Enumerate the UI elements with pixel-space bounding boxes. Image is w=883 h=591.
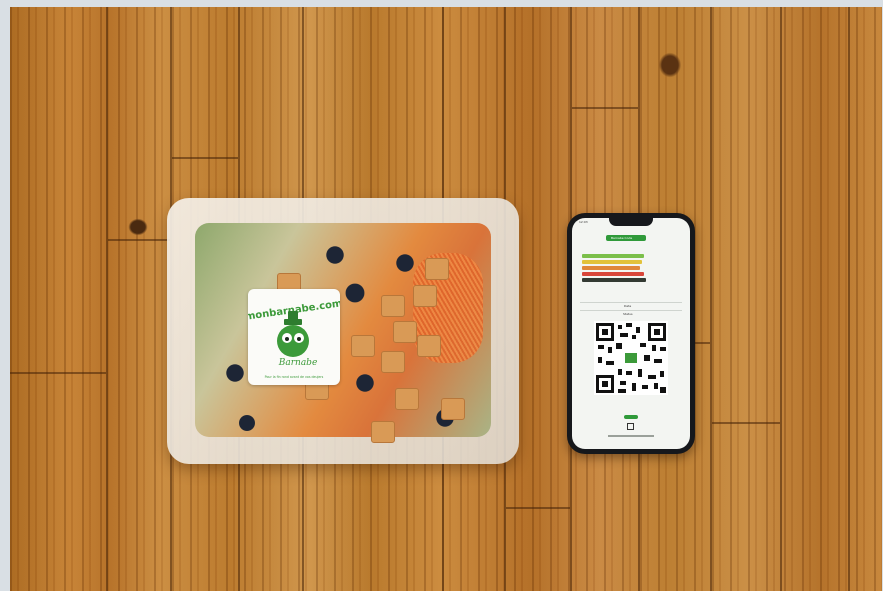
mascot-icon — [277, 325, 309, 357]
tagline: Pour la fin rond avant de vos deujers — [265, 375, 324, 379]
tofu-cube — [381, 351, 405, 373]
tofu-cube — [371, 421, 395, 443]
plank-seam — [780, 7, 782, 591]
plank-seam — [106, 7, 108, 591]
qr-code — [594, 321, 668, 395]
qr-code-graphic — [596, 323, 666, 393]
phone-notch — [609, 218, 653, 226]
action-button[interactable] — [624, 415, 638, 419]
status-line-green — [582, 254, 644, 258]
status-line-red — [582, 272, 644, 276]
plank-joint — [506, 507, 570, 509]
tofu-cube — [417, 335, 441, 357]
status-line-orange — [582, 266, 640, 270]
tofu-cube — [393, 321, 417, 343]
scan-icon[interactable] — [627, 423, 634, 430]
status-label: Status — [623, 312, 633, 316]
plank-joint — [10, 372, 106, 374]
food-container — [167, 198, 519, 464]
status-line-dark — [582, 278, 646, 282]
divider — [580, 310, 682, 311]
monbarnabe-sticker: monbarnabe.com Barnabe Pour la fin rond … — [248, 289, 340, 385]
mascot-name: Barnabe — [278, 358, 318, 368]
photo-frame: monbarnabe.com Barnabe Pour la fin rond … — [0, 0, 883, 591]
pasta-salad — [195, 223, 491, 443]
plank-joint — [108, 239, 170, 241]
date-label: Date — [624, 304, 632, 308]
divider — [580, 302, 682, 303]
phone-screen: 12:03 Barnabe Code Date Status — [572, 218, 690, 449]
tofu-cube — [381, 295, 405, 317]
footer-text-line — [608, 435, 654, 437]
plank-joint — [712, 422, 780, 424]
tofu-cube — [425, 258, 449, 280]
barnabe-code-label: Barnabe Code — [611, 235, 633, 240]
barnabe-code-button[interactable]: Barnabe Code — [606, 235, 646, 241]
plank-joint — [572, 107, 638, 109]
plank-joint — [172, 157, 238, 159]
smartphone: 12:03 Barnabe Code Date Status — [567, 213, 695, 454]
tofu-cube — [413, 285, 437, 307]
tofu-cube — [395, 388, 419, 410]
tofu-cube — [351, 335, 375, 357]
tofu-cube — [441, 398, 465, 420]
status-line-yellow — [582, 260, 642, 264]
barnabe-logo: monbarnabe.com Barnabe Pour la fin rond … — [248, 298, 340, 379]
plank-seam — [710, 7, 712, 591]
plank-seam — [848, 7, 850, 591]
status-time: 12:03 — [579, 220, 588, 224]
